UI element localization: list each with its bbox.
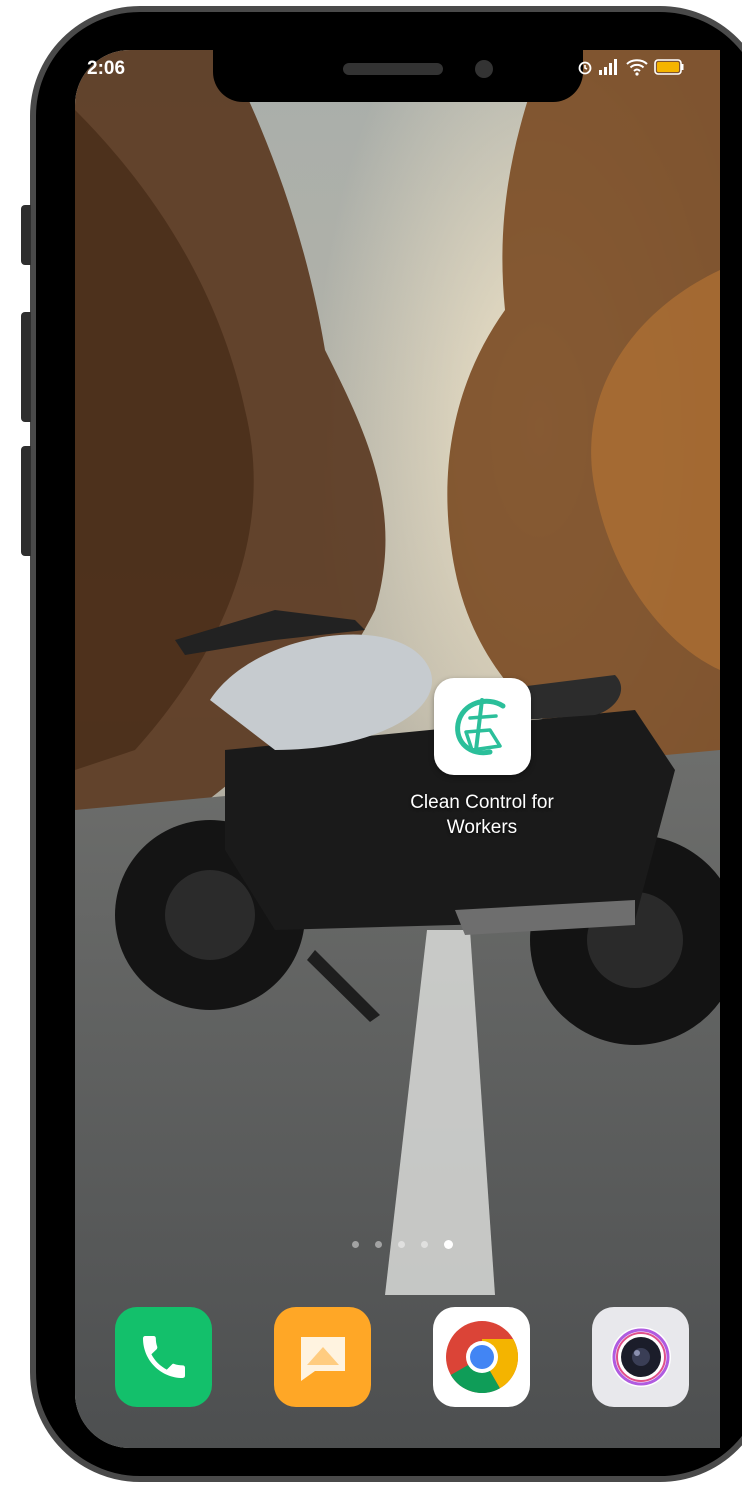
message-icon xyxy=(300,1337,345,1381)
wallpaper xyxy=(75,50,720,1448)
page-dot[interactable] xyxy=(398,1241,405,1248)
chrome-icon xyxy=(445,1321,518,1394)
signal-icon xyxy=(599,59,617,75)
battery-icon xyxy=(654,59,684,75)
dock-phone-button[interactable] xyxy=(115,1307,212,1407)
notch xyxy=(213,48,583,102)
side-button-volume-down xyxy=(21,446,31,556)
page-dot-active[interactable] xyxy=(444,1240,453,1249)
page-dot[interactable] xyxy=(352,1241,359,1248)
phone-icon xyxy=(142,1336,185,1378)
dock-chrome-button[interactable] xyxy=(433,1307,530,1407)
wifi-icon xyxy=(626,59,648,76)
side-button-volume-up xyxy=(21,312,31,422)
camera-icon xyxy=(610,1327,671,1387)
speaker-grille xyxy=(343,63,443,75)
page-indicator xyxy=(352,1240,453,1249)
clean-control-logo-icon xyxy=(454,697,505,755)
status-icons xyxy=(578,58,684,76)
front-camera xyxy=(475,60,493,78)
home-screen[interactable]: Clean Control for Workers xyxy=(75,50,720,1448)
dock-camera-button[interactable] xyxy=(592,1307,689,1407)
page-dot[interactable] xyxy=(375,1241,382,1248)
status-time: 2:06 xyxy=(87,58,126,79)
dock-messages-button[interactable] xyxy=(274,1307,371,1407)
alarm-icon xyxy=(578,61,592,75)
clean-control-app-icon[interactable] xyxy=(434,678,531,775)
app-label: Clean Control for Workers xyxy=(410,792,554,838)
page-dot[interactable] xyxy=(421,1241,428,1248)
side-button-mute xyxy=(21,205,31,265)
